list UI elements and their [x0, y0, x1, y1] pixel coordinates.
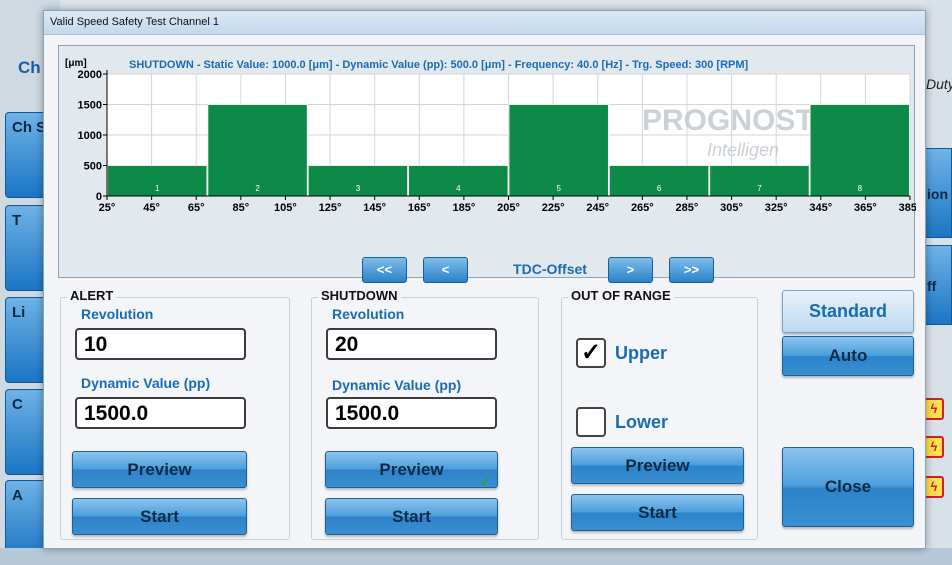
x-tick-label: 85°: [233, 202, 250, 214]
upper-label: Upper: [615, 343, 668, 363]
out-of-range-preview-button[interactable]: Preview: [571, 447, 744, 484]
watermark-brand: PROGNOST: [642, 104, 814, 137]
background-bottom-bar: [0, 548, 952, 565]
alert-group: ALERT Revolution 10 Dynamic Value (pp) 1…: [60, 288, 290, 540]
shutdown-preview-label: Preview: [379, 460, 444, 479]
y-axis-unit: [μm]: [65, 58, 87, 69]
shutdown-preview-button[interactable]: Preview ✓: [325, 451, 498, 489]
out-of-range-group: OUT OF RANGE ✓ Upper Lower Preview Start: [561, 288, 758, 540]
bar-chart: PROGNOSTIntelligen1 2 3 4 5 6 7 805001000150020…: [65, 58, 916, 214]
bar-label: 5: [556, 184, 561, 193]
alert-revolution-input[interactable]: 10: [75, 328, 246, 360]
standard-mode-button[interactable]: Standard: [782, 290, 914, 333]
x-tick-label: 365°: [854, 202, 877, 214]
shutdown-revolution-label: Revolution: [332, 306, 405, 322]
bar-label: 7: [757, 184, 762, 193]
y-tick-label: 2000: [78, 69, 102, 81]
bar-label: 1: [155, 184, 160, 193]
x-tick-label: 145°: [363, 202, 386, 214]
bar-label: 6: [657, 184, 662, 193]
x-tick-label: 345°: [809, 202, 832, 214]
offset-next-button[interactable]: >: [608, 257, 653, 283]
auto-mode-button[interactable]: Auto: [782, 336, 914, 376]
watermark-sub: Intelligen: [707, 140, 779, 160]
offset-last-button[interactable]: >>: [669, 257, 714, 283]
shutdown-dynamic-label: Dynamic Value (pp): [332, 377, 462, 393]
alert-dynamic-label: Dynamic Value (pp): [81, 375, 211, 391]
chart-title: SHUTDOWN - Static Value: 1000.0 [μm] - D…: [129, 59, 749, 71]
bar-label: 2: [255, 184, 260, 193]
dialog-title: Valid Speed Safety Test Channel 1: [44, 11, 925, 35]
bar-label: 8: [858, 184, 863, 193]
bar-label: 3: [356, 184, 361, 193]
shutdown-group-title: SHUTDOWN: [318, 288, 401, 303]
x-tick-label: 205°: [497, 202, 520, 214]
alert-preview-button[interactable]: Preview: [72, 451, 247, 488]
shutdown-revolution-input[interactable]: 20: [326, 328, 497, 360]
tdc-offset-label: TDC-Offset: [513, 261, 587, 277]
y-tick-label: 1500: [78, 100, 102, 112]
alert-dynamic-input[interactable]: 1500.0: [75, 397, 246, 429]
chart-panel: PROGNOST Intelligen 1 2 3 4 5 6 7 8 0 500 1000 1500 20…: [58, 45, 916, 283]
warning-bolt-icon: ϟ: [924, 436, 944, 458]
alert-revolution-label: Revolution: [81, 306, 154, 322]
x-tick-label: 45°: [143, 202, 160, 214]
offset-prev-button[interactable]: <: [423, 257, 468, 283]
chart-bar: [207, 104, 308, 197]
x-tick-label: 385°: [899, 202, 916, 214]
close-button[interactable]: Close: [782, 447, 914, 527]
chart-bar: [508, 104, 609, 197]
y-tick-label: 500: [84, 161, 102, 173]
x-tick-label: 65°: [188, 202, 205, 214]
offset-first-button[interactable]: <<: [362, 257, 407, 283]
x-tick-label: 165°: [408, 202, 431, 214]
warning-bolt-icon: ϟ: [924, 476, 944, 498]
alert-start-button[interactable]: Start: [72, 498, 247, 535]
out-of-range-group-title: OUT OF RANGE: [568, 288, 674, 303]
x-tick-label: 305°: [720, 202, 743, 214]
x-tick-label: 105°: [274, 202, 297, 214]
x-tick-label: 285°: [676, 202, 699, 214]
upper-checkbox[interactable]: ✓: [576, 338, 606, 368]
background-duty-text: Duty: [926, 76, 952, 92]
lower-checkbox[interactable]: [576, 407, 606, 437]
preview-done-check-icon: ✓: [480, 474, 491, 489]
chart-bar: [809, 104, 910, 197]
bar-label: 4: [456, 184, 461, 193]
shutdown-dynamic-input[interactable]: 1500.0: [326, 397, 497, 429]
y-tick-label: 1000: [78, 130, 102, 142]
x-tick-label: 245°: [586, 202, 609, 214]
warning-bolt-icon: ϟ: [924, 398, 944, 420]
x-tick-label: 125°: [319, 202, 342, 214]
x-tick-label: 225°: [542, 202, 565, 214]
background-title: Ch: [18, 58, 41, 77]
out-of-range-start-button[interactable]: Start: [571, 494, 744, 531]
x-tick-label: 325°: [765, 202, 788, 214]
x-tick-label: 25°: [99, 202, 116, 214]
x-tick-label: 185°: [453, 202, 476, 214]
lower-label: Lower: [615, 412, 669, 432]
alert-group-title: ALERT: [67, 288, 117, 303]
shutdown-start-button[interactable]: Start: [325, 498, 498, 535]
shutdown-group: SHUTDOWN Revolution 20 Dynamic Value (pp…: [311, 288, 539, 540]
x-tick-label: 265°: [631, 202, 654, 214]
speed-safety-test-dialog: Valid Speed Safety Test Channel 1 PROGNO…: [43, 10, 926, 549]
